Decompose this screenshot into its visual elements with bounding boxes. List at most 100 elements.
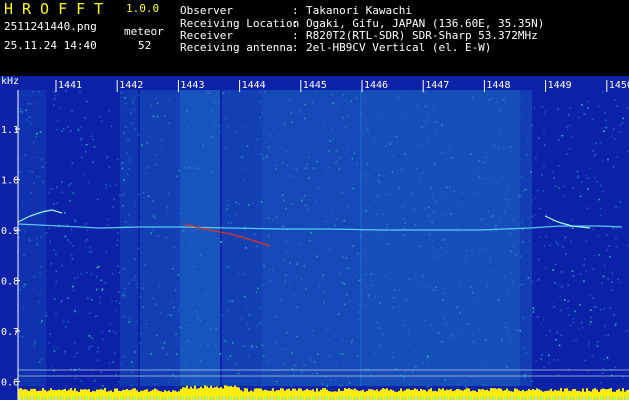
- noise-band: [120, 90, 138, 386]
- noise-speck: [597, 234, 599, 237]
- baseline-bar: [358, 390, 360, 400]
- noise-speck: [617, 278, 619, 281]
- baseline-cap: [312, 396, 313, 400]
- noise-speck: [556, 331, 558, 334]
- noise-speck: [561, 134, 564, 137]
- noise-speck: [558, 187, 560, 189]
- baseline-cap: [402, 396, 403, 400]
- app-version: 1.0.0: [126, 2, 160, 15]
- baseline-cap: [156, 396, 157, 400]
- noise-speck: [104, 282, 107, 284]
- noise-speck: [109, 323, 112, 325]
- baseline-bar: [472, 390, 474, 400]
- baseline-cap: [615, 396, 616, 400]
- noise-speck: [579, 273, 582, 275]
- baseline-cap: [135, 396, 136, 400]
- noise-speck: [556, 242, 559, 244]
- noise-speck: [96, 198, 99, 201]
- baseline-bar: [508, 390, 510, 400]
- baseline-cap: [339, 396, 340, 400]
- baseline-bar: [556, 390, 558, 400]
- noise-speck: [80, 126, 83, 128]
- noise-speck: [589, 294, 591, 296]
- baseline-bar: [478, 389, 480, 400]
- baseline-cap: [567, 396, 568, 400]
- baseline-cap: [147, 396, 148, 400]
- baseline-cap: [321, 396, 322, 400]
- noise-speck: [539, 236, 541, 238]
- noise-speck: [622, 117, 625, 120]
- noise-speck: [88, 347, 90, 350]
- noise-speck: [91, 135, 93, 137]
- baseline-cap: [216, 396, 217, 400]
- meteor-count: 52: [138, 39, 152, 52]
- noise-speck: [606, 249, 609, 252]
- baseline-bar: [202, 388, 204, 400]
- info-observer: Observer: Takanori Kawachi: [180, 4, 412, 17]
- noise-speck: [61, 191, 63, 194]
- noise-speck: [74, 219, 77, 222]
- baseline-cap: [351, 396, 352, 400]
- noise-speck: [548, 354, 550, 357]
- noise-speck: [557, 108, 559, 110]
- noise-speck: [615, 237, 617, 240]
- noise-speck: [52, 346, 55, 349]
- noise-speck: [571, 136, 574, 138]
- baseline-cap: [525, 396, 526, 400]
- noise-speck: [534, 214, 537, 217]
- noise-speck: [68, 184, 70, 187]
- baseline-bar: [226, 385, 228, 400]
- noise-speck: [96, 266, 99, 269]
- noise-speck: [58, 107, 61, 109]
- noise-speck: [84, 240, 87, 243]
- noise-speck: [92, 339, 94, 342]
- baseline-cap: [423, 396, 424, 400]
- noise-speck: [73, 277, 76, 279]
- baseline-bar: [118, 390, 120, 400]
- noise-speck: [578, 328, 581, 330]
- baseline-cap: [123, 396, 124, 400]
- baseline-cap: [264, 396, 265, 400]
- baseline-cap: [228, 396, 229, 400]
- noise-speck: [53, 98, 56, 100]
- baseline-bar: [328, 391, 330, 400]
- baseline-cap: [480, 396, 481, 400]
- baseline-cap: [540, 396, 541, 400]
- x-tick-label: 1447: [425, 80, 449, 91]
- baseline-cap: [180, 396, 181, 400]
- noise-speck: [590, 316, 592, 319]
- noise-speck: [56, 128, 58, 131]
- baseline-bar: [46, 391, 48, 400]
- noise-speck: [54, 94, 56, 97]
- noise-speck: [97, 347, 100, 349]
- baseline-bar: [502, 390, 504, 400]
- noise-speck: [95, 315, 98, 317]
- noise-speck: [565, 253, 567, 255]
- baseline-cap: [570, 396, 571, 400]
- noise-speck: [108, 362, 111, 364]
- noise-speck: [64, 350, 66, 353]
- noise-speck: [599, 214, 602, 217]
- baseline-cap: [288, 396, 289, 400]
- baseline-cap: [300, 396, 301, 400]
- noise-speck: [599, 184, 602, 187]
- baseline-bar: [532, 389, 534, 400]
- info-antenna: Receiving antenna: 2el-HB9CV Vertical (el…: [180, 41, 492, 54]
- baseline-cap: [360, 396, 361, 400]
- noise-speck: [569, 124, 571, 127]
- noise-speck: [82, 173, 85, 176]
- noise-speck: [581, 104, 583, 106]
- baseline-bar: [520, 391, 522, 400]
- noise-speck: [603, 130, 605, 133]
- noise-speck: [105, 187, 107, 189]
- noise-speck: [74, 377, 76, 380]
- baseline-cap: [219, 396, 220, 400]
- noise-speck: [538, 258, 540, 261]
- baseline-bar: [52, 390, 54, 400]
- noise-speck: [593, 154, 596, 157]
- baseline-cap: [126, 396, 127, 400]
- noise-speck: [56, 202, 58, 204]
- noise-speck: [47, 191, 50, 194]
- baseline-cap: [273, 396, 274, 400]
- noise-speck: [549, 330, 551, 332]
